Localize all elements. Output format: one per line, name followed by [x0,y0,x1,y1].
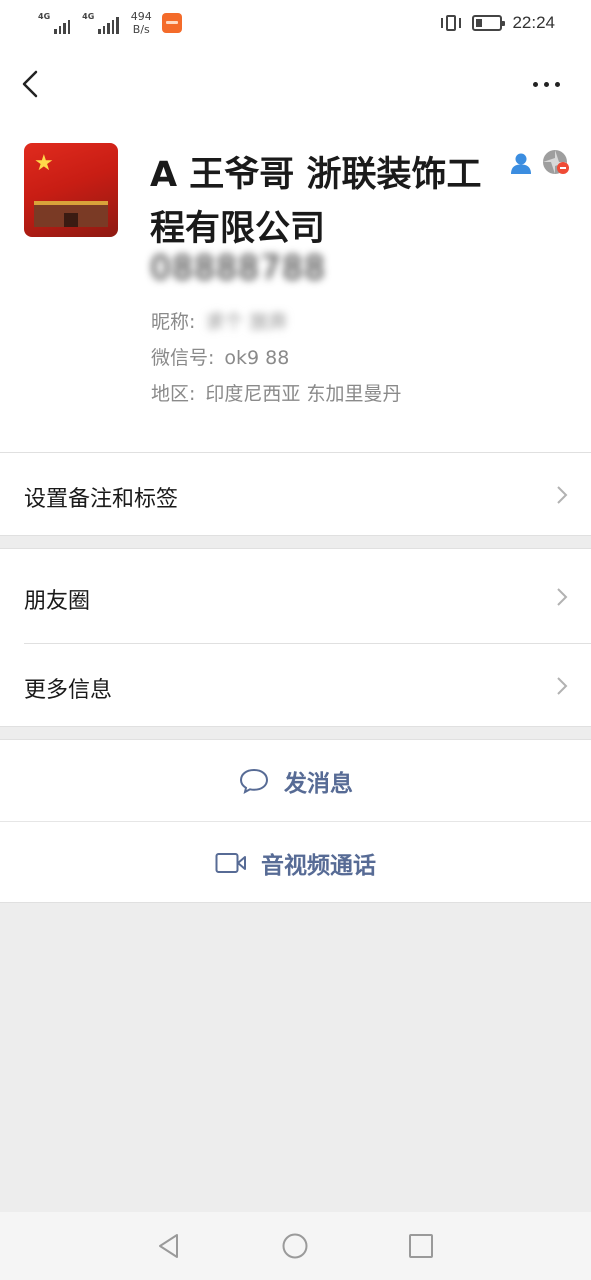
send-message-label: 发消息 [284,771,353,797]
nickname: 昵称: 求个 放弃 [151,307,287,334]
home-circle-icon[interactable] [281,1232,309,1260]
system-navigation-bar [0,1212,591,1280]
region-label: 地区: [151,383,196,405]
chevron-right-icon [557,486,568,504]
wechat-id: 微信号: ok9 88 [151,343,289,370]
user-icon [511,153,531,174]
send-message-button[interactable]: 发消息 [0,739,591,821]
profile-card: ★ A 王爷哥 浙联装饰工程有限公司 08888788 昵称: 求个 放弃 微信号… [0,120,591,452]
set-remark-tags-label: 设置备注和标签 [24,487,179,512]
voice-video-call-button[interactable]: 音视频通话 [0,821,591,903]
phone-number: 08888788 [150,248,326,287]
voice-video-call-label: 音视频通话 [261,853,376,879]
nickname-value: 求个 放弃 [205,311,288,333]
chevron-right-icon [557,588,568,606]
wechat-id-value: ok9 88 [224,347,290,369]
chevron-left-icon[interactable] [16,66,46,102]
network-speed: 494 B/s [131,10,152,36]
more-info-row[interactable]: 更多信息 [0,643,591,727]
region: 地区: 印度尼西亚 东加里曼丹 [151,379,401,406]
signal-strength-icon: 4G [38,12,71,34]
contact-name: A 王爷哥 浙联装饰工程有限公司 [150,155,482,249]
back-triangle-icon[interactable] [155,1232,183,1260]
notification-app-icon [161,13,182,33]
gate-image [34,201,108,227]
divider [24,643,591,644]
status-bar: 4G 4G 494 B/s 22:24 [0,0,591,48]
network-type-label-2: 4G [82,12,95,21]
nickname-label: 昵称: [151,311,196,333]
more-info-label: 更多信息 [24,678,113,703]
set-remark-tags-row[interactable]: 设置备注和标签 [0,452,591,536]
recent-apps-square-icon[interactable] [407,1232,435,1260]
network-speed-value: 494 [130,10,152,23]
battery-icon [472,15,506,31]
aperture-icon [543,150,569,174]
wechat-id-label: 微信号: [151,347,215,369]
signal-strength-icon-2: 4G [82,12,119,34]
star-icon: ★ [34,151,54,176]
avatar[interactable]: ★ [24,143,118,237]
network-type-label: 4G [38,12,51,21]
top-nav [0,48,591,120]
chevron-right-icon [557,677,568,695]
moments-label: 朋友圈 [24,589,91,614]
more-icon[interactable] [533,74,565,94]
region-value: 印度尼西亚 东加里曼丹 [205,383,402,405]
vibrate-icon [440,12,462,34]
network-speed-unit: B/s [132,23,150,36]
moments-row[interactable]: 朋友圈 [0,548,591,644]
chat-bubble-icon [239,768,269,794]
video-camera-icon [215,853,246,873]
clock: 22:24 [512,13,555,32]
